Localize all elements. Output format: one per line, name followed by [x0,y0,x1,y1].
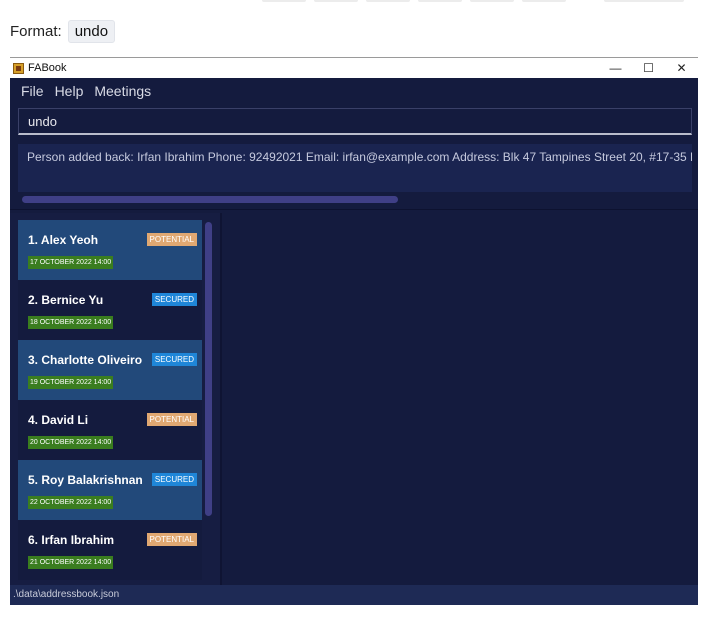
menu-help[interactable]: Help [55,83,84,99]
data-file-path: .\data\addressbook.json [13,589,120,600]
person-card[interactable]: 2. Bernice Yu SECURED 18 OCTOBER 2022 14… [18,280,202,340]
format-line: Format: undo [10,20,116,43]
person-card[interactable]: 3. Charlotte Oliveiro SECURED 19 OCTOBER… [18,340,202,400]
detail-panel [222,213,698,585]
format-label: Format: [10,23,62,40]
close-button[interactable]: ✕ [665,58,698,78]
meeting-date-badge: 17 OCTOBER 2022 14:00 [28,256,114,269]
doc-top-strip [0,0,709,3]
person-name: Charlotte Oliveiro [41,353,143,367]
meeting-date-badge: 21 OCTOBER 2022 14:00 [28,556,114,569]
person-index: 3. [28,353,39,367]
status-bar: .\data\addressbook.json [10,585,698,605]
app-window: FABook — ☐ ✕ File Help Meetings undo Per… [10,57,698,605]
menu-meetings[interactable]: Meetings [94,83,151,99]
person-card[interactable]: 4. David Li POTENTIAL 20 OCTOBER 2022 14… [18,400,202,460]
person-index: 6. [28,533,39,547]
maximize-button[interactable]: ☐ [632,58,665,78]
person-card[interactable]: 6. Irfan Ibrahim POTENTIAL 21 OCTOBER 20… [18,520,202,580]
app-icon [13,62,24,74]
meeting-date-badge: 18 OCTOBER 2022 14:00 [28,316,114,329]
meeting-date-badge: 20 OCTOBER 2022 14:00 [28,436,114,449]
person-name: Bernice Yu [41,293,104,307]
status-tag: SECURED [151,293,197,306]
result-horizontal-scrollbar[interactable] [22,196,398,203]
person-list: 1. Alex Yeoh POTENTIAL 17 OCTOBER 2022 1… [10,213,221,585]
person-index: 2. [28,293,39,307]
status-tag: POTENTIAL [146,533,197,546]
person-name: Irfan Ibrahim [41,533,115,547]
result-display: Person added back: Irfan Ibrahim Phone: … [18,144,692,192]
person-name: Alex Yeoh [40,233,99,247]
meeting-date-badge: 22 OCTOBER 2022 14:00 [28,496,114,509]
status-tag: POTENTIAL [146,413,197,426]
window-controls: — ☐ ✕ [599,58,698,78]
person-index: 1. [28,233,39,247]
meeting-date-badge: 19 OCTOBER 2022 14:00 [28,376,114,389]
command-input[interactable]: undo [18,108,692,135]
person-card[interactable]: 1. Alex Yeoh POTENTIAL 17 OCTOBER 2022 1… [18,220,202,280]
minimize-button[interactable]: — [599,58,632,78]
person-index: 4. [28,413,39,427]
status-tag: POTENTIAL [146,233,197,246]
person-name: Roy Balakrishnan [41,473,143,487]
person-list-scrollbar[interactable] [205,222,212,516]
person-name: David Li [41,413,89,427]
result-text: Person added back: Irfan Ibrahim Phone: … [27,150,692,164]
format-code: undo [67,20,116,43]
title-bar[interactable]: FABook — ☐ ✕ [10,58,698,78]
menu-bar: File Help Meetings [10,78,698,104]
status-tag: SECURED [151,353,197,366]
person-card[interactable]: 5. Roy Balakrishnan SECURED 22 OCTOBER 2… [18,460,202,520]
person-index: 5. [28,473,39,487]
window-title: FABook [28,62,67,74]
menu-file[interactable]: File [21,83,44,99]
section-divider [10,209,698,210]
status-tag: SECURED [151,473,197,486]
